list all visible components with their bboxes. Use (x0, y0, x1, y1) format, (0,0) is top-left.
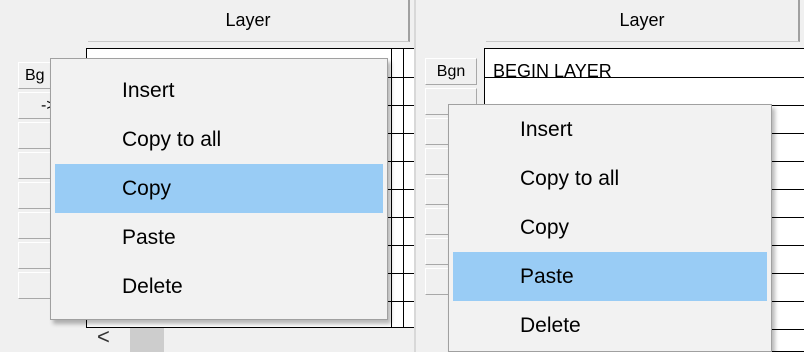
menu-item-paste[interactable]: Paste (453, 252, 767, 301)
scroll-left-arrow-icon[interactable]: < (97, 324, 110, 350)
layer-column-header[interactable]: Layer (486, 0, 800, 42)
row-button-label: Bg (25, 66, 45, 84)
menu-item-copy[interactable]: Copy (55, 164, 383, 213)
left-grid-panel: Layer Bg -> < Insert Copy to all Copy Pa… (0, 0, 416, 352)
menu-item-insert[interactable]: Insert (453, 105, 767, 154)
menu-item-copy-to-all[interactable]: Copy to all (453, 154, 767, 203)
menu-item-delete[interactable]: Delete (55, 262, 383, 311)
row-button-1[interactable]: Bgn (425, 58, 477, 85)
menu-item-paste[interactable]: Paste (55, 213, 383, 262)
first-layer-cell[interactable]: BEGIN LAYER (493, 61, 612, 82)
menu-item-delete[interactable]: Delete (453, 301, 767, 350)
row-button-label: Bgn (436, 62, 466, 80)
menu-item-copy[interactable]: Copy (453, 203, 767, 252)
menu-item-insert[interactable]: Insert (55, 66, 383, 115)
menu-item-copy-to-all[interactable]: Copy to all (55, 115, 383, 164)
context-menu-right: Insert Copy to all Copy Paste Delete (448, 104, 772, 352)
horizontal-scrollbar-thumb[interactable] (130, 328, 164, 352)
right-grid-panel: Layer BEGIN LAYER Bgn Insert Copy to all… (416, 0, 804, 352)
context-menu-left: Insert Copy to all Copy Paste Delete (50, 58, 388, 320)
layer-column-header[interactable]: Layer (88, 0, 410, 42)
